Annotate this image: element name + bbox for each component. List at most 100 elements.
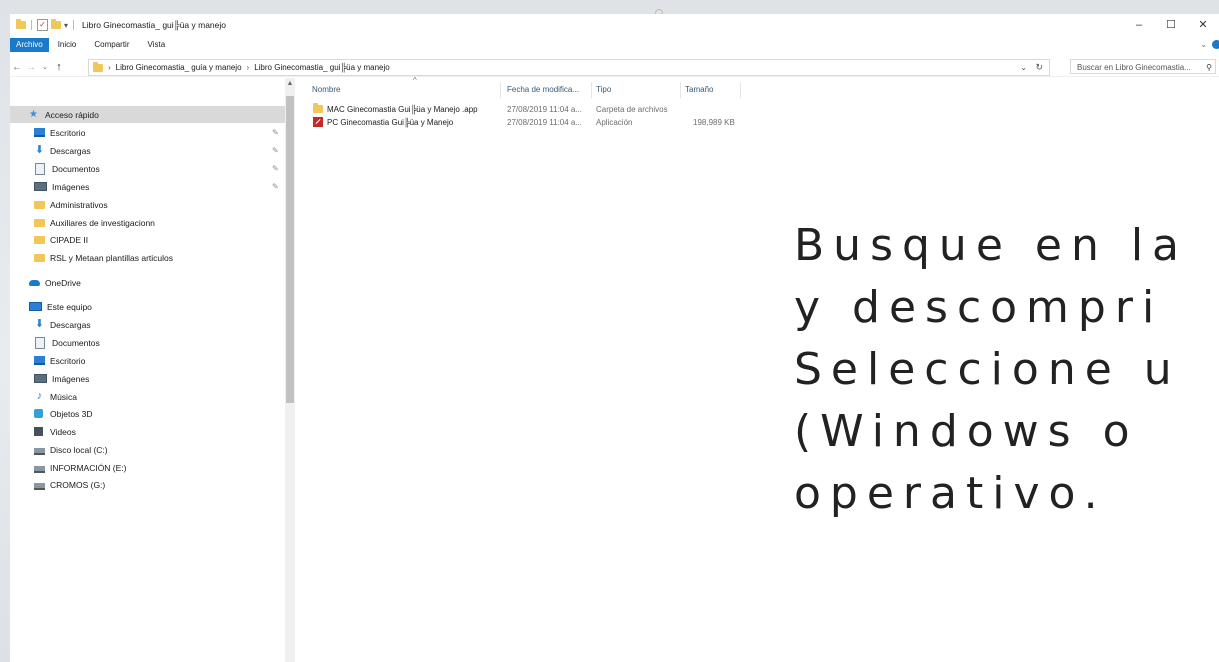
nav-item-administrativos[interactable]: Administrativos — [34, 196, 108, 213]
address-bar-row: ← → ⌄ ↑ › Libro Ginecomastia_ guía y man… — [10, 58, 1219, 77]
column-header-name[interactable]: Nombre — [308, 82, 501, 98]
folder-icon — [34, 253, 45, 262]
film-icon — [34, 427, 43, 436]
nav-item-escritorio[interactable]: Escritorio — [34, 124, 85, 141]
new-folder-icon[interactable] — [51, 19, 61, 29]
scroll-up-icon[interactable]: ▲ — [285, 80, 295, 87]
nav-item-cipade[interactable]: CIPADE II — [34, 231, 88, 248]
nav-label: CIPADE II — [50, 234, 89, 245]
pin-icon[interactable]: ✎ — [272, 164, 279, 173]
nav-label: Administrativos — [50, 199, 108, 210]
pin-icon[interactable]: ✎ — [272, 182, 279, 191]
nav-pc-documentos[interactable]: Documentos — [34, 334, 100, 351]
column-header-date[interactable]: Fecha de modifica... — [503, 82, 592, 98]
document-icon — [35, 336, 45, 349]
chevron-down-icon[interactable]: ⌄ — [1020, 63, 1027, 72]
cube-3d-icon — [34, 409, 43, 418]
minimize-button[interactable]: – — [1123, 14, 1155, 36]
music-note-icon: ♪ — [36, 390, 43, 402]
search-icon[interactable]: ⚲ — [1206, 60, 1212, 75]
nav-label: OneDrive — [45, 277, 81, 288]
nav-pc-disco-c[interactable]: Disco local (C:) — [34, 441, 108, 458]
file-name-cell: PC Ginecomastia Gui╠üa y Manejo — [313, 116, 453, 129]
nav-pc-escritorio[interactable]: Escritorio — [34, 352, 85, 369]
customize-toolbar-icon[interactable]: ▾ — [64, 21, 68, 30]
nav-label: RSL y Metaan plantillas articulos — [50, 252, 173, 263]
application-icon — [313, 117, 323, 127]
search-placeholder: Buscar en Libro Ginecomastia... — [1077, 63, 1191, 72]
folder-icon — [34, 218, 45, 227]
close-button[interactable]: ✕ — [1187, 14, 1219, 36]
file-row[interactable]: MAC Ginecomastia Gui╠üa y Manejo .app 27… — [295, 103, 755, 116]
nav-item-auxiliares[interactable]: Auxiliares de investigacionn — [34, 214, 155, 231]
file-type: Carpeta de archivos — [596, 105, 668, 114]
window-title: Libro Ginecomastia_ gui╠üa y manejo — [82, 20, 227, 30]
expand-ribbon-icon[interactable]: ⌄ — [1200, 38, 1207, 52]
tab-vista[interactable]: Vista — [139, 38, 175, 52]
back-arrow-icon[interactable]: ← — [10, 62, 24, 73]
forward-arrow-icon[interactable]: → — [24, 62, 38, 73]
ribbon-tabs: Archivo Inicio Compartir Vista ⌄ — [10, 38, 1219, 52]
nav-label: Escritorio — [50, 127, 86, 138]
navigation-pane: ★ Acceso rápido Escritorio ✎ ⬇ Descargas… — [10, 78, 285, 662]
tab-inicio[interactable]: Inicio — [49, 38, 86, 52]
drive-icon — [34, 448, 45, 455]
nav-pc-informacion-e[interactable]: INFORMACIÓN (E:) — [34, 459, 127, 476]
nav-pc-musica[interactable]: ♪ Música — [34, 388, 77, 405]
file-size: 198,989 KB — [693, 118, 735, 127]
tab-compartir[interactable]: Compartir — [85, 38, 138, 52]
nav-label: Auxiliares de investigacionn — [50, 217, 155, 228]
star-icon: ★ — [29, 109, 38, 120]
pin-icon[interactable]: ✎ — [272, 146, 279, 155]
nav-pc-objetos-3d[interactable]: Objetos 3D — [34, 405, 93, 422]
help-icon[interactable] — [1212, 40, 1219, 49]
recent-locations-icon[interactable]: ⌄ — [38, 63, 52, 71]
breadcrumb-item[interactable]: Libro Ginecomastia_ guía y manejo — [116, 63, 242, 72]
search-input[interactable]: Buscar en Libro Ginecomastia... ⚲ — [1070, 59, 1216, 74]
nav-onedrive[interactable]: OneDrive — [29, 274, 81, 291]
refresh-icon[interactable]: ↻ — [1035, 62, 1043, 73]
download-icon: ⬇ — [34, 318, 45, 330]
nav-item-documentos[interactable]: Documentos — [34, 160, 100, 177]
nav-pc-cromos-g[interactable]: CROMOS (G:) — [34, 476, 105, 493]
window-controls: – ☐ ✕ — [1123, 14, 1219, 36]
pictures-icon — [34, 182, 47, 191]
nav-label: CROMOS (G:) — [50, 479, 106, 490]
column-header-size[interactable]: Tamaño — [681, 82, 741, 98]
file-row[interactable]: PC Ginecomastia Gui╠üa y Manejo 27/08/20… — [295, 116, 755, 129]
breadcrumb-item[interactable]: Libro Ginecomastia_ gui╠üa y manejo — [254, 63, 390, 72]
file-name-cell: MAC Ginecomastia Gui╠üa y Manejo .app — [313, 103, 478, 116]
nav-pc-videos[interactable]: Videos — [34, 423, 76, 440]
pictures-icon — [34, 374, 47, 383]
properties-icon[interactable]: ✓ — [37, 19, 48, 31]
nav-label: Escritorio — [50, 355, 86, 366]
nav-item-rsl[interactable]: RSL y Metaan plantillas articulos — [34, 249, 173, 266]
folder-icon — [313, 103, 323, 113]
nav-quick-access[interactable]: ★ Acceso rápido — [10, 106, 285, 123]
nav-this-pc[interactable]: Este equipo — [29, 298, 92, 315]
desktop-icon — [34, 356, 45, 365]
nav-pc-imagenes[interactable]: Imágenes — [34, 370, 89, 387]
nav-item-descargas[interactable]: ⬇ Descargas — [34, 142, 91, 159]
scrollbar-thumb[interactable] — [286, 96, 294, 403]
address-bar[interactable]: › Libro Ginecomastia_ guía y manejo › Li… — [88, 59, 1050, 76]
folder-icon — [16, 19, 26, 29]
chevron-right-icon: › — [108, 63, 111, 72]
overlay-line: operativo. — [794, 468, 1107, 519]
nav-scrollbar[interactable]: ▲ — [285, 78, 295, 662]
nav-item-imagenes[interactable]: Imágenes — [34, 178, 89, 195]
tab-archivo[interactable]: Archivo — [10, 38, 49, 52]
nav-label: Descargas — [50, 319, 91, 330]
nav-label: Música — [50, 391, 77, 402]
nav-label: Imágenes — [52, 181, 90, 192]
file-name: MAC Ginecomastia Gui╠üa y Manejo .app — [327, 105, 478, 114]
chevron-right-icon: › — [246, 63, 250, 72]
nav-pc-descargas[interactable]: ⬇ Descargas — [34, 316, 91, 333]
download-icon: ⬇ — [34, 144, 45, 156]
nav-label: Este equipo — [47, 301, 92, 312]
up-arrow-icon[interactable]: ↑ — [52, 61, 66, 73]
pin-icon[interactable]: ✎ — [272, 128, 279, 137]
column-header-type[interactable]: Tipo — [592, 82, 681, 98]
overlay-line: Seleccione u — [794, 344, 1181, 395]
maximize-button[interactable]: ☐ — [1155, 14, 1187, 36]
